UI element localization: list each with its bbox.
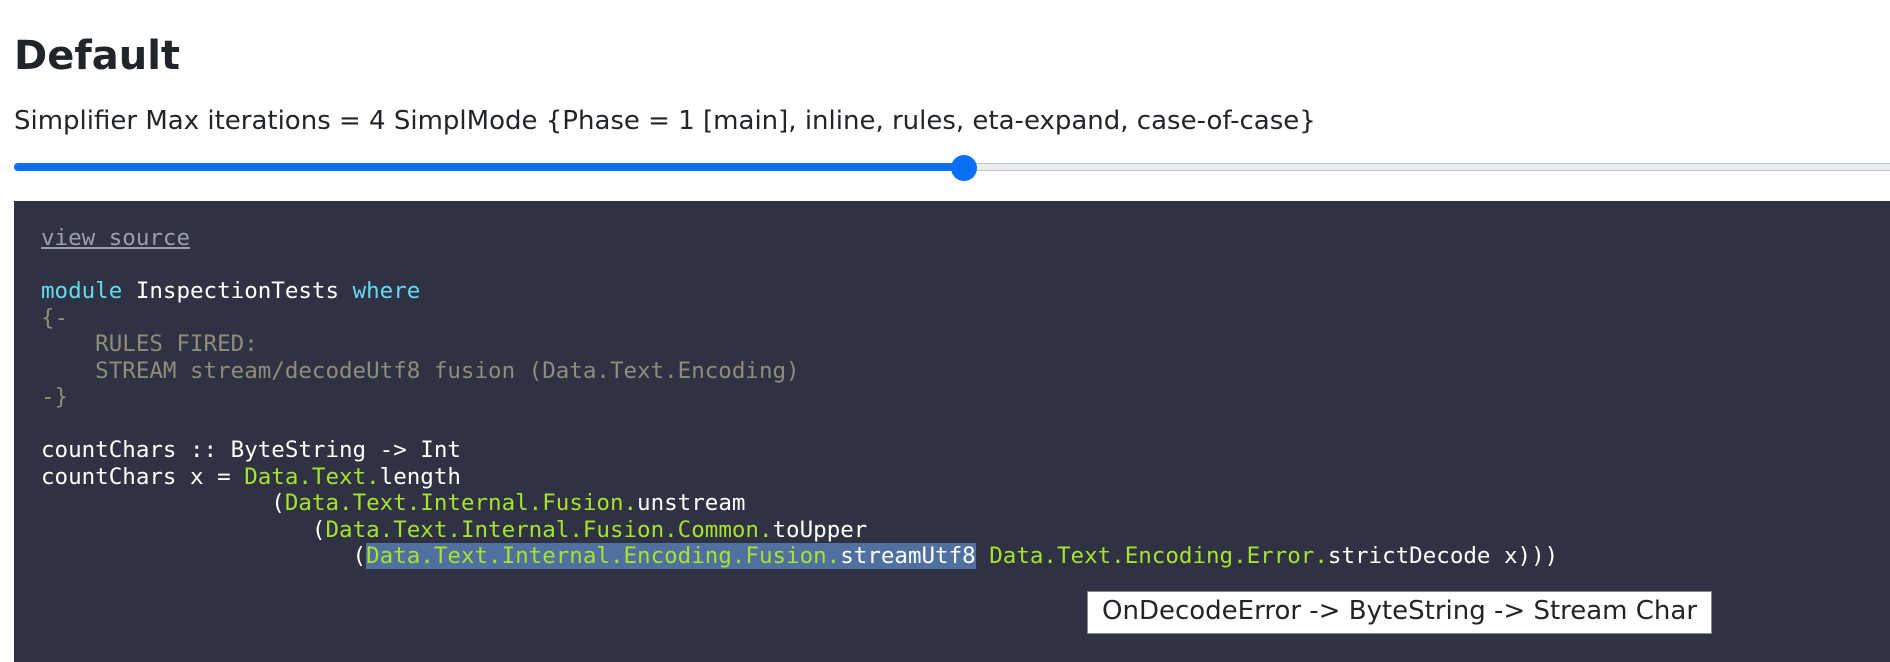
identifier[interactable]: toUpper [773, 517, 868, 543]
qualifier: Data.Text.Encoding.Error. [975, 543, 1328, 569]
hovered-identifier[interactable]: Data.Text.Internal.Encoding.Fusion.strea… [366, 543, 976, 569]
type-signature: countChars :: ByteString -> Int [41, 437, 461, 463]
indent: ( [41, 490, 285, 516]
slider-fill [14, 163, 964, 171]
qualifier: Data.Text. [244, 463, 380, 490]
module-name: InspectionTests [122, 278, 353, 304]
page-title: Default [14, 33, 181, 79]
core-output: view source module InspectionTests where… [41, 225, 1558, 570]
comment-close: -} [41, 384, 69, 410]
comment-open: {- [41, 304, 69, 331]
qualifier: Data.Text.Internal.Fusion.Common. [325, 516, 773, 543]
identifier[interactable]: unstream [637, 490, 745, 516]
definition-prefix: countChars x = [41, 463, 245, 490]
identifier: streamUtf8 [840, 543, 976, 569]
where-keyword: where [352, 278, 421, 304]
type-tooltip: OnDecodeError -> ByteString -> Stream Ch… [1087, 591, 1713, 635]
qualifier: Data.Text.Internal.Encoding.Fusion. [366, 543, 841, 569]
indent: ( [41, 516, 326, 543]
identifier[interactable]: strictDecode x))) [1328, 543, 1558, 569]
qualifier: Data.Text.Internal.Fusion. [284, 490, 638, 516]
slider-thumb[interactable] [951, 155, 977, 181]
page: Default Simplifier Max iterations = 4 Si… [0, 0, 1890, 662]
identifier[interactable]: length [380, 464, 461, 490]
module-keyword: module [41, 278, 123, 304]
simplifier-mode-text: Simplifier Max iterations = 4 SimplMode … [14, 106, 1316, 136]
rule-fired-line: STREAM stream/decodeUtf8 fusion (Data.Te… [41, 357, 800, 384]
view-source-link[interactable]: view source [41, 225, 190, 251]
indent: ( [41, 543, 367, 569]
rules-fired-header: RULES FIRED: [41, 331, 258, 357]
phase-slider[interactable] [14, 155, 1890, 181]
